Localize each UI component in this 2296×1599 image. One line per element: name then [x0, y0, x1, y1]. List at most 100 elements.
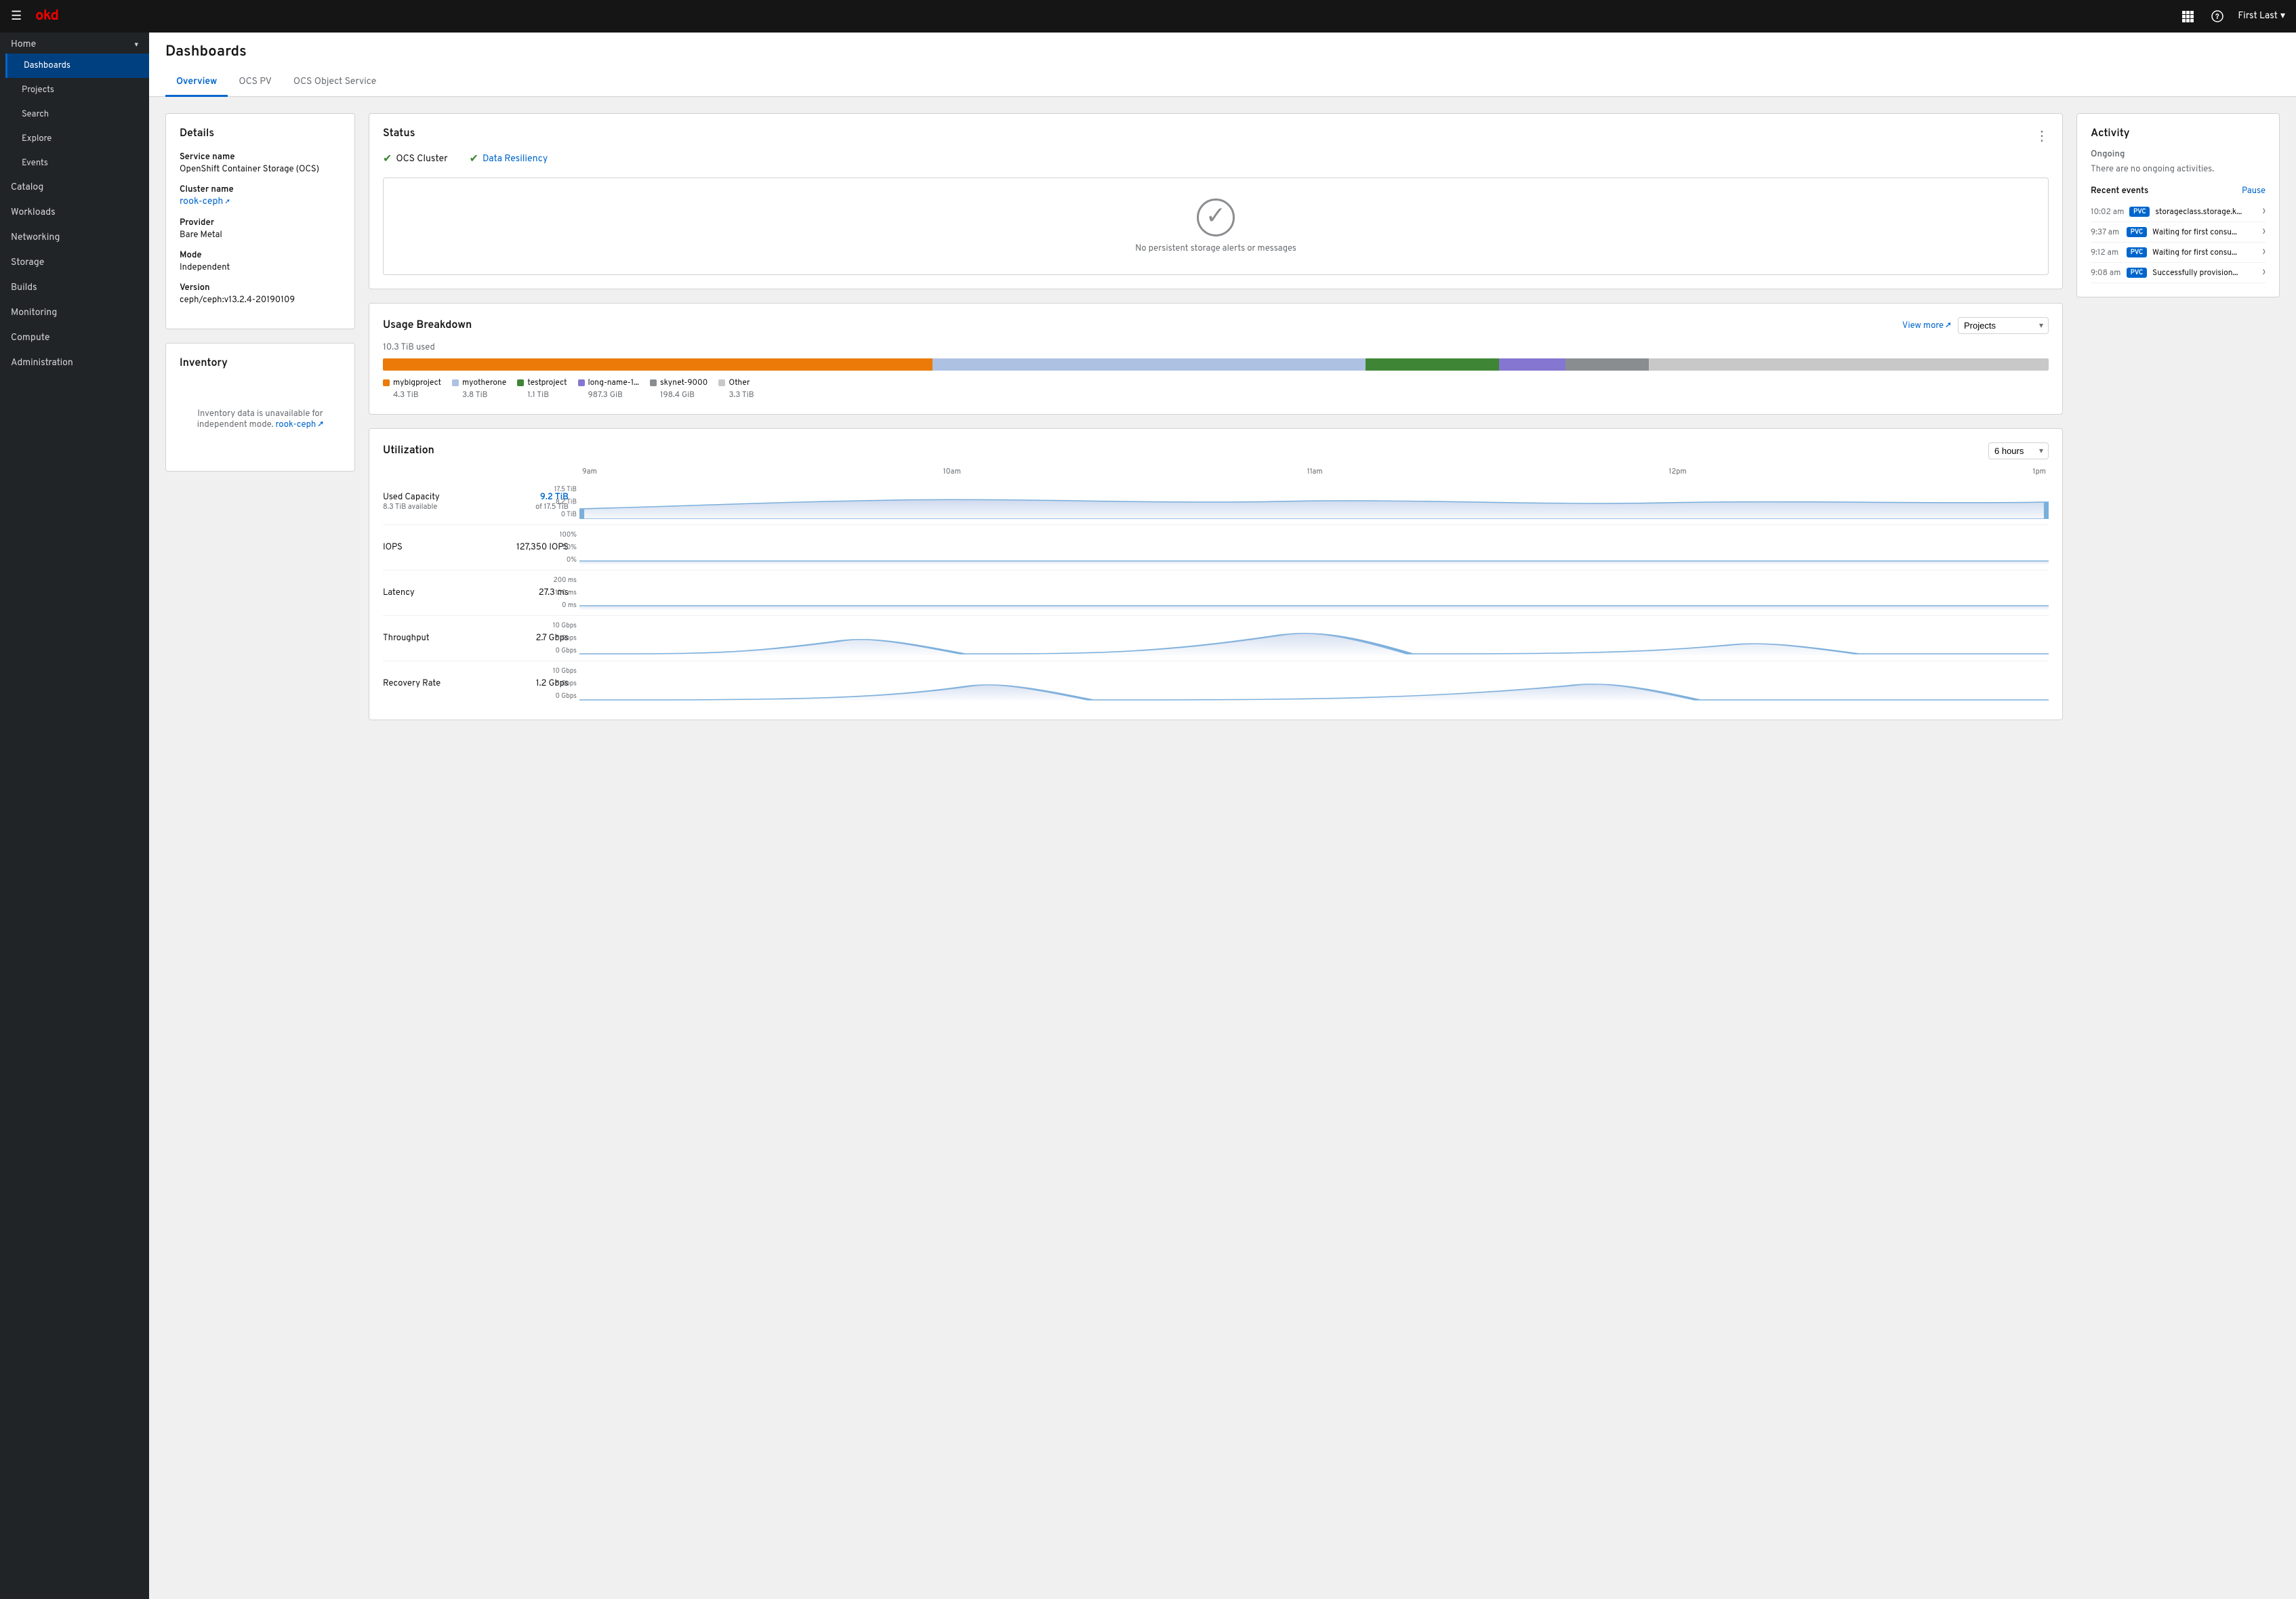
sidebar-item-monitoring[interactable]: Monitoring: [0, 301, 149, 326]
util-chart-throughput: 10 Gbps 5 Gbps 0 Gbps: [579, 621, 2049, 655]
activity-ongoing-empty: There are no ongoing activities.: [2091, 164, 2266, 175]
usage-bar: [383, 358, 2049, 371]
event-item-3[interactable]: 9:12 am PVC Waiting for first consu... ›: [2091, 243, 2266, 263]
event-text-2: Waiting for first consu...: [2152, 227, 2254, 238]
activity-ongoing-label: Ongoing: [2091, 149, 2266, 160]
legend-skynet: skynet-9000 198.4 GiB: [650, 377, 708, 400]
sidebar-section-home-label: Home: [11, 39, 36, 51]
inventory-link[interactable]: rook-ceph ↗: [276, 419, 324, 430]
usage-controls: View more ↗ Projects Storage Classes: [1902, 317, 2049, 334]
view-more-icon: ↗: [1946, 320, 1951, 331]
sidebar-item-dashboards[interactable]: Dashboards: [5, 54, 149, 78]
utilization-card: Utilization 1 hour 6 hours 12 hours 24 h…: [369, 428, 2063, 720]
usage-breakdown-header: Usage Breakdown View more ↗ Projects Sto…: [383, 317, 2049, 334]
util-chart-latency: 200 ms 100 ms 0 ms: [579, 576, 2049, 610]
event-time-1: 10:02 am: [2091, 207, 2124, 217]
activity-pause-button[interactable]: Pause: [2242, 186, 2266, 196]
sidebar-item-search[interactable]: Search: [5, 102, 149, 127]
sidebar-item-builds[interactable]: Builds: [0, 276, 149, 301]
event-item-2[interactable]: 9:37 am PVC Waiting for first consu... ›: [2091, 222, 2266, 243]
user-menu[interactable]: First Last ▾: [2238, 10, 2285, 22]
activity-recent-label: Recent events: [2091, 186, 2148, 196]
tab-ocs-object[interactable]: OCS Object Service: [283, 70, 388, 97]
status-checks: ✔ OCS Cluster ✔ Data Resiliency: [383, 152, 2049, 167]
status-more-button[interactable]: ⋮: [2035, 127, 2049, 146]
event-item-1[interactable]: 10:02 am PVC storageclass.storage.k... ›: [2091, 202, 2266, 222]
tab-ocs-pv[interactable]: OCS PV: [228, 70, 282, 97]
event-time-2: 9:37 am: [2091, 227, 2121, 238]
sidebar-item-storage[interactable]: Storage: [0, 251, 149, 276]
sidebar-item-explore-label: Explore: [22, 133, 52, 144]
tab-bar: Overview OCS PV OCS Object Service: [165, 70, 2280, 96]
sidebar-item-compute[interactable]: Compute: [0, 326, 149, 351]
event-text-3: Waiting for first consu...: [2152, 247, 2254, 258]
sidebar-section-home[interactable]: Home ▾: [0, 33, 149, 54]
bar-skynet: [1565, 358, 1649, 371]
hamburger-icon[interactable]: ☰: [11, 9, 22, 24]
util-resource-used-capacity: Used Capacity 8.3 TiB available: [383, 492, 491, 512]
time-select[interactable]: 1 hour 6 hours 12 hours 24 hours: [1988, 442, 2049, 459]
event-item-4[interactable]: 9:08 am PVC Successfully provision... ›: [2091, 263, 2266, 283]
sidebar-item-events-label: Events: [22, 158, 48, 169]
detail-provider-value: Bare Metal: [180, 230, 341, 241]
time-select-wrapper: 1 hour 6 hours 12 hours 24 hours: [1988, 442, 2049, 459]
detail-cluster-name-label: Cluster name: [180, 184, 341, 195]
usage-amount: 10.3 TiB used: [383, 342, 2049, 353]
help-icon[interactable]: ?: [2208, 7, 2227, 26]
event-text-4: Successfully provision...: [2152, 268, 2254, 278]
left-column: Details Service name OpenShift Container…: [165, 113, 355, 720]
home-chevron-icon: ▾: [134, 40, 138, 50]
sidebar-item-search-label: Search: [22, 109, 49, 120]
tab-overview[interactable]: Overview: [165, 70, 228, 97]
details-card: Details Service name OpenShift Container…: [165, 113, 355, 329]
event-badge-1: PVC: [2129, 207, 2150, 217]
svg-text:?: ?: [2215, 13, 2219, 22]
view-more-link[interactable]: View more ↗: [1902, 320, 1951, 331]
data-resiliency-link[interactable]: Data Resiliency: [483, 154, 548, 165]
util-chart-recovery-rate: 10 Gbps 5 Gbps 0 Gbps: [579, 667, 2049, 701]
detail-mode: Mode Independent: [180, 250, 341, 273]
detail-provider: Provider Bare Metal: [180, 217, 341, 241]
utilization-title: Utilization: [383, 444, 434, 458]
sidebar-item-monitoring-label: Monitoring: [11, 308, 57, 319]
event-badge-4: PVC: [2127, 268, 2147, 278]
legend-mybigproject: mybigproject 4.3 TiB: [383, 377, 441, 400]
bar-longname: [1499, 358, 1565, 371]
event-badge-3: PVC: [2127, 247, 2147, 257]
status-header: Status ⋮: [383, 127, 2049, 152]
event-chevron-3: ›: [2263, 247, 2266, 258]
util-row-recovery-rate: Recovery Rate 1.2 Gbps 10 Gbps 5 Gbps 0 …: [383, 661, 2049, 706]
bar-mybigproject: [383, 358, 932, 371]
usage-legend: mybigproject 4.3 TiB myotherone 3.8 TiB …: [383, 377, 2049, 400]
legend-other: Other 3.3 TiB: [718, 377, 754, 400]
sidebar-item-compute-label: Compute: [11, 333, 49, 344]
projects-select[interactable]: Projects Storage Classes: [1958, 317, 2049, 334]
sidebar-item-administration[interactable]: Administration: [0, 351, 149, 376]
details-title: Details: [180, 127, 341, 141]
sidebar-item-catalog[interactable]: Catalog: [0, 175, 149, 201]
detail-mode-label: Mode: [180, 250, 341, 261]
util-chart-iops: 100% 50% 0%: [579, 531, 2049, 564]
logo: okd: [35, 7, 58, 26]
detail-cluster-name-link[interactable]: rook-ceph ↗: [180, 196, 230, 208]
event-time-4: 9:08 am: [2091, 268, 2121, 278]
sidebar-item-workloads[interactable]: Workloads: [0, 201, 149, 226]
util-row-iops: IOPS 127,350 IOPS 100% 50% 0%: [383, 525, 2049, 570]
event-chevron-4: ›: [2263, 267, 2266, 278]
util-chart-used-capacity: 17.5 TiB 8.2 TiB 0 TiB: [579, 485, 2049, 519]
status-check-ocs-cluster: ✔ OCS Cluster: [383, 152, 448, 167]
event-time-3: 9:12 am: [2091, 247, 2121, 258]
inventory-card: Inventory Inventory data is unavailable …: [165, 343, 355, 472]
detail-version-value: ceph/ceph:v13.2.4-20190109: [180, 295, 341, 306]
detail-service-name-label: Service name: [180, 152, 341, 163]
sidebar-item-projects[interactable]: Projects: [5, 78, 149, 102]
detail-version-label: Version: [180, 283, 341, 293]
inventory-empty-text: Inventory data is unavailable for indepe…: [180, 381, 341, 457]
sidebar-item-events[interactable]: Events: [5, 151, 149, 175]
sidebar-item-networking[interactable]: Networking: [0, 226, 149, 251]
sidebar-item-explore[interactable]: Explore: [5, 127, 149, 151]
sidebar-item-builds-label: Builds: [11, 283, 37, 294]
apps-icon[interactable]: [2178, 7, 2197, 26]
center-column: Status ⋮ ✔ OCS Cluster ✔ Data Resiliency: [369, 113, 2063, 720]
view-more-text: View more: [1902, 320, 1944, 331]
